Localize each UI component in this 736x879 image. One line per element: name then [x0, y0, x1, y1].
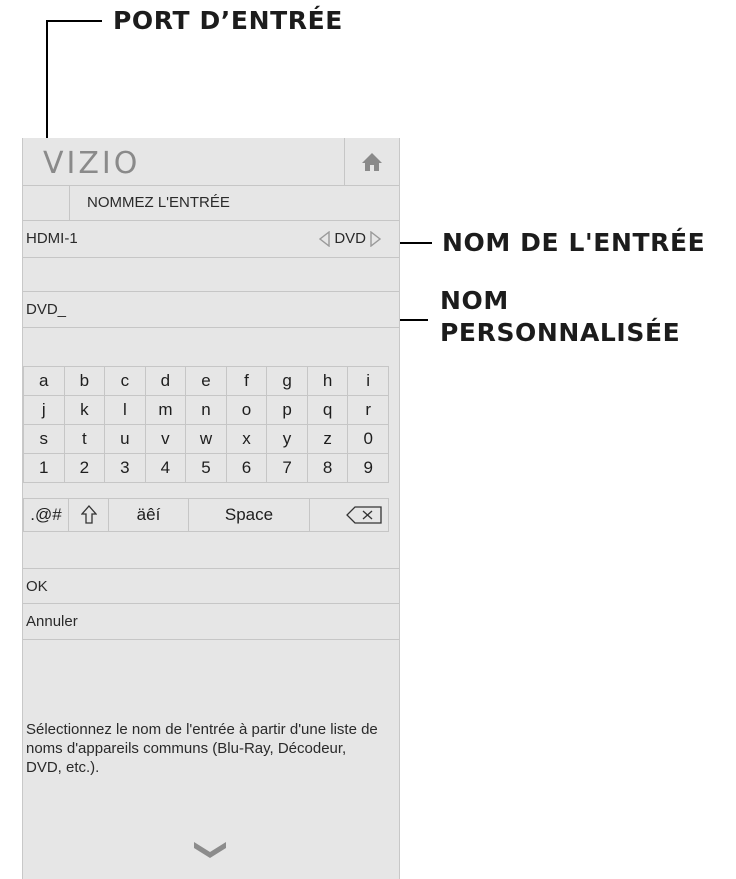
key-u[interactable]: u — [104, 424, 146, 454]
key-z[interactable]: z — [306, 424, 349, 454]
input-name-selector[interactable]: DVD — [319, 221, 381, 257]
key-a[interactable]: a — [23, 366, 65, 396]
key-3[interactable]: 3 — [104, 453, 146, 483]
key-s[interactable]: s — [23, 424, 65, 454]
key-k[interactable]: k — [63, 395, 106, 425]
keyboard-row: 123456789 — [23, 453, 389, 483]
key-f[interactable]: f — [225, 366, 268, 396]
symbols-key[interactable]: .@# — [23, 498, 69, 532]
home-button[interactable] — [344, 138, 399, 185]
key-5[interactable]: 5 — [185, 453, 227, 483]
custom-name-value: DVD_ — [26, 301, 67, 318]
callout-input-name: NOM DE L'ENTRÉE — [442, 228, 706, 257]
key-r[interactable]: r — [347, 395, 389, 425]
keyboard-row: stuvwxyz0 — [23, 424, 389, 454]
key-j[interactable]: j — [23, 395, 65, 425]
key-x[interactable]: x — [225, 424, 268, 454]
help-text: Sélectionnez le nom de l'entrée à partir… — [26, 721, 378, 776]
key-1[interactable]: 1 — [23, 453, 65, 483]
key-b[interactable]: b — [63, 366, 106, 396]
key-v[interactable]: v — [144, 424, 187, 454]
menu-item-cancel[interactable]: Annuler — [23, 604, 399, 640]
keyboard-function-row: .@# äêí Space — [23, 498, 389, 532]
key-n[interactable]: n — [185, 395, 227, 425]
input-port-label: HDMI-1 — [26, 230, 78, 247]
backspace-icon — [346, 506, 382, 524]
cancel-label: Annuler — [26, 613, 78, 630]
keyboard-row: abcdefghi — [23, 366, 389, 396]
key-l[interactable]: l — [104, 395, 146, 425]
key-i[interactable]: i — [347, 366, 389, 396]
accents-key[interactable]: äêí — [108, 498, 189, 532]
callout-line-port-horizontal — [46, 20, 102, 22]
space-key[interactable]: Space — [188, 498, 310, 532]
key-y[interactable]: y — [266, 424, 308, 454]
key-d[interactable]: d — [144, 366, 187, 396]
key-p[interactable]: p — [266, 395, 308, 425]
on-screen-keyboard: abcdefghijklmnopqrstuvwxyz0123456789 — [23, 366, 389, 483]
shift-key[interactable] — [68, 498, 109, 532]
tv-menu-panel: VIZIO NOMMEZ L'ENTRÉE HDMI-1 DVD DVD_ ab… — [22, 138, 400, 879]
vizio-logo: VIZIO — [43, 146, 141, 181]
key-c[interactable]: c — [104, 366, 146, 396]
home-icon — [362, 152, 382, 171]
key-7[interactable]: 7 — [266, 453, 308, 483]
screen-title: NOMMEZ L'ENTRÉE — [69, 186, 399, 220]
title-row: NOMMEZ L'ENTRÉE — [23, 186, 399, 221]
callout-input-port: PORT D’ENTRÉE — [113, 6, 343, 35]
shift-arrow-icon — [80, 505, 97, 524]
chevron-down-icon[interactable] — [192, 840, 228, 860]
key-2[interactable]: 2 — [63, 453, 106, 483]
input-name-value: DVD — [334, 230, 366, 247]
backspace-key[interactable] — [309, 498, 389, 532]
key-w[interactable]: w — [185, 424, 227, 454]
key-m[interactable]: m — [144, 395, 187, 425]
right-arrow-icon[interactable] — [370, 231, 381, 247]
menu-header: VIZIO — [23, 138, 399, 186]
key-t[interactable]: t — [63, 424, 106, 454]
key-h[interactable]: h — [306, 366, 349, 396]
key-o[interactable]: o — [225, 395, 268, 425]
key-e[interactable]: e — [185, 366, 227, 396]
key-8[interactable]: 8 — [306, 453, 349, 483]
menu-item-ok[interactable]: OK — [23, 568, 399, 604]
input-selector-row[interactable]: HDMI-1 DVD — [23, 221, 399, 258]
key-q[interactable]: q — [306, 395, 349, 425]
left-arrow-icon[interactable] — [319, 231, 331, 247]
callout-custom-name-line2: PERSONNALISÉE — [440, 318, 681, 347]
custom-name-field[interactable]: DVD_ — [23, 291, 399, 328]
key-6[interactable]: 6 — [225, 453, 268, 483]
callout-custom-name-line1: NOM — [440, 286, 509, 315]
key-9[interactable]: 9 — [347, 453, 389, 483]
ok-label: OK — [26, 578, 48, 595]
key-0[interactable]: 0 — [347, 424, 389, 454]
keyboard-row: jklmnopqr — [23, 395, 389, 425]
key-g[interactable]: g — [266, 366, 308, 396]
key-4[interactable]: 4 — [144, 453, 187, 483]
spacer-row — [23, 258, 399, 291]
